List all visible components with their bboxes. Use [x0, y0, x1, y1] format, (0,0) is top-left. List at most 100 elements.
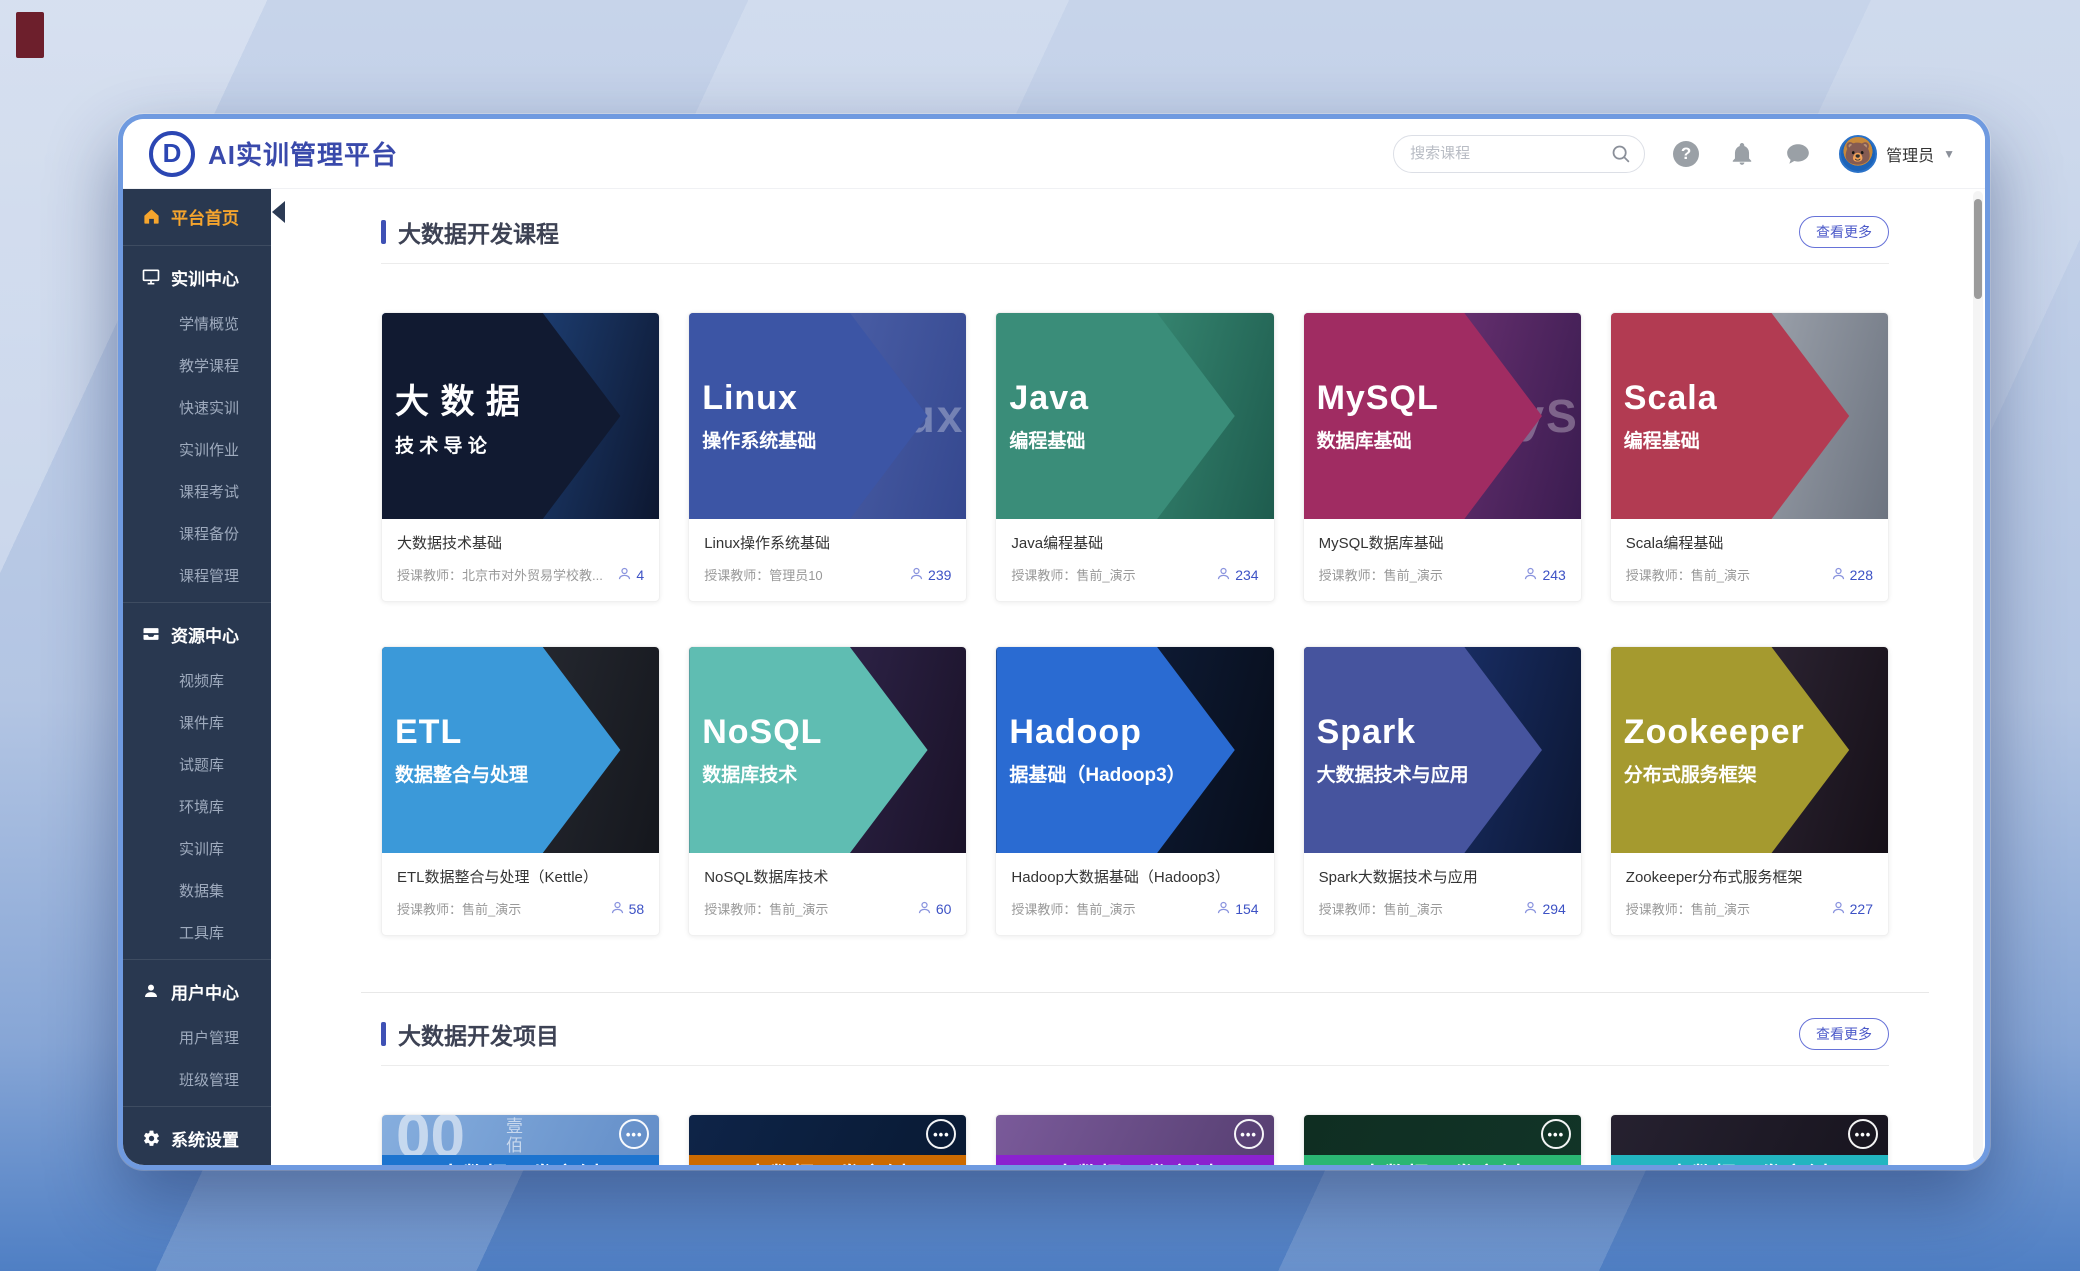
section-divider — [381, 1065, 1889, 1066]
course-card[interactable]: inuxLinux操作系统基础Linux操作系统基础授课教师：管理员10239 — [688, 312, 967, 602]
sidebar-subitem[interactable]: 实训库 — [123, 827, 271, 869]
project-cover: •••大数据开发案例 — [1611, 1115, 1888, 1165]
course-cover: NoSQL数据库技术 — [689, 647, 966, 853]
project-card[interactable]: ••• 大数据开发案例 — [995, 1114, 1274, 1165]
cover-title-line1: Java — [1009, 379, 1273, 418]
app-body: 平台首页实训中心学情概览教学课程快速实训实训作业课程考试课程备份课程管理资源中心… — [123, 189, 1985, 1165]
sidebar-divider — [123, 602, 271, 603]
cover-title-line2: 据基础（Hadoop3） — [1009, 760, 1273, 787]
sidebar-subitem[interactable]: 快速实训 — [123, 386, 271, 428]
sidebar-subitem[interactable]: 课程管理 — [123, 554, 271, 596]
view-more-button[interactable]: 查看更多 — [1799, 216, 1889, 248]
cover-banner: Spark大数据技术与应用 — [1304, 647, 1581, 853]
project-card[interactable]: 00壹佰•••大数据开发案例 — [381, 1114, 660, 1165]
course-cover: inuxLinux操作系统基础 — [689, 313, 966, 519]
project-cover: ••• 大数据开发案例 — [996, 1115, 1273, 1165]
cover-title-line2: 数据库技术 — [702, 760, 966, 787]
course-card[interactable]: Hadoop据基础（Hadoop3）Hadoop大数据基础（Hadoop3）授课… — [995, 646, 1274, 936]
course-cover: ETL数据整合与处理 — [382, 647, 659, 853]
course-card[interactable]: 大 数 据技 术 导 论大数据技术基础授课教师：北京市对外贸易学校教...4 — [381, 312, 660, 602]
projects-grid: 00壹佰•••大数据开发案例•••大数据开发案例•••大数据开发案例•••大数据… — [381, 1114, 1889, 1165]
course-teacher: 授课教师：售前_演示 — [1626, 565, 1831, 584]
sidebar-item-training-center[interactable]: 实训中心 — [123, 252, 271, 302]
sidebar-item-system-settings[interactable]: 系统设置 — [123, 1113, 271, 1163]
active-item-arrow — [272, 201, 285, 223]
gear-icon — [141, 1128, 161, 1148]
more-options-icon[interactable]: ••• — [926, 1119, 956, 1149]
section-accent-bar — [381, 1022, 386, 1046]
course-teacher: 授课教师：售前_演示 — [1319, 899, 1524, 918]
view-more-button[interactable]: 查看更多 — [1799, 1018, 1889, 1050]
avatar[interactable]: 🐻 — [1839, 135, 1877, 173]
course-title: Scala编程基础 — [1626, 532, 1873, 553]
bell-icon[interactable] — [1727, 139, 1757, 169]
page: 大数据开发课程查看更多大 数 据技 术 导 论大数据技术基础授课教师：北京市对外… — [271, 189, 1985, 1165]
person-icon — [909, 566, 924, 584]
sidebar-item-home[interactable]: 平台首页 — [123, 193, 271, 239]
sidebar-subitem[interactable]: 环境库 — [123, 785, 271, 827]
chat-icon[interactable] — [1783, 139, 1813, 169]
project-card[interactable]: •••大数据开发案例 — [1303, 1114, 1582, 1165]
course-cover: Zookeeper分布式服务框架 — [1611, 647, 1888, 853]
cover-title-line1: Spark — [1317, 713, 1581, 752]
cover-banner: ETL数据整合与处理 — [382, 647, 659, 853]
search-input[interactable] — [1393, 135, 1645, 173]
project-banner: 大数据开发案例 — [996, 1155, 1273, 1165]
course-info: Linux操作系统基础授课教师：管理员10239 — [689, 519, 966, 601]
sidebar-subitem[interactable]: 课程备份 — [123, 512, 271, 554]
sidebar-subitem[interactable]: 数据集 — [123, 869, 271, 911]
sidebar-subitem[interactable]: 视频库 — [123, 659, 271, 701]
more-options-icon[interactable]: ••• — [1234, 1119, 1264, 1149]
course-card[interactable]: MySMySQL数据库基础MySQL数据库基础授课教师：售前_演示243 — [1303, 312, 1582, 602]
sidebar-subitem[interactable]: 用户管理 — [123, 1016, 271, 1058]
course-card[interactable]: NoSQL数据库技术NoSQL数据库技术授课教师：售前_演示60 — [688, 646, 967, 936]
section-title: 大数据开发课程 — [398, 215, 1799, 249]
course-cover: MySMySQL数据库基础 — [1304, 313, 1581, 519]
sidebar-item-user-center[interactable]: 用户中心 — [123, 966, 271, 1016]
help-icon[interactable]: ? — [1671, 139, 1701, 169]
sidebar-subitem[interactable]: 实训作业 — [123, 428, 271, 470]
scrollbar[interactable] — [1973, 191, 1983, 1161]
sidebar-subitem[interactable]: 教学课程 — [123, 344, 271, 386]
student-count: 234 — [1216, 566, 1258, 584]
cover-title-line1: Hadoop — [1009, 713, 1273, 752]
course-card[interactable]: Scala编程基础Scala编程基础授课教师：售前_演示228 — [1610, 312, 1889, 602]
sidebar-subitem[interactable]: 试题库 — [123, 743, 271, 785]
project-cover: •••大数据开发案例 — [1304, 1115, 1581, 1165]
course-card[interactable]: Java编程基础Java编程基础授课教师：售前_演示234 — [995, 312, 1274, 602]
course-card[interactable]: Spark大数据技术与应用Spark大数据技术与应用授课教师：售前_演示294 — [1303, 646, 1582, 936]
user-menu[interactable]: 🐻 管理员 ▼ — [1839, 135, 1955, 173]
more-options-icon[interactable]: ••• — [1541, 1119, 1571, 1149]
project-card[interactable]: •••大数据开发案例 — [688, 1114, 967, 1165]
course-card[interactable]: ETL数据整合与处理ETL数据整合与处理（Kettle）授课教师：售前_演示58 — [381, 646, 660, 936]
course-info: Java编程基础授课教师：售前_演示234 — [996, 519, 1273, 601]
cover-title-line2: 编程基础 — [1624, 426, 1888, 453]
project-banner: 大数据开发案例 — [382, 1155, 659, 1165]
cover-banner: NoSQL数据库技术 — [689, 647, 966, 853]
section-header: 大数据开发课程查看更多 — [381, 215, 1889, 249]
cover-deco-text: 壹佰 — [500, 1117, 525, 1155]
more-options-icon[interactable]: ••• — [619, 1119, 649, 1149]
project-card[interactable]: •••大数据开发案例 — [1610, 1114, 1889, 1165]
course-cover: Java编程基础 — [996, 313, 1273, 519]
course-teacher: 授课教师：售前_演示 — [1011, 899, 1216, 918]
app-logo-icon: D — [149, 131, 195, 177]
course-title: Linux操作系统基础 — [704, 532, 951, 553]
sidebar-item-resource-center[interactable]: 资源中心 — [123, 609, 271, 659]
cover-banner: Hadoop 据基础（Hadoop3） — [996, 647, 1273, 853]
sidebar-subitem[interactable]: 工具库 — [123, 911, 271, 953]
student-count: 239 — [909, 566, 951, 584]
person-icon — [1831, 900, 1846, 918]
scrollbar-thumb[interactable] — [1974, 199, 1982, 299]
sidebar-subitem[interactable]: 课程考试 — [123, 470, 271, 512]
cover-title-line2: 分布式服务框架 — [1624, 760, 1888, 787]
project-cover: •••大数据开发案例 — [689, 1115, 966, 1165]
sidebar-subitem[interactable]: 学情概览 — [123, 302, 271, 344]
section-separator — [361, 992, 1929, 993]
search-icon[interactable] — [1610, 143, 1631, 169]
course-card[interactable]: Zookeeper分布式服务框架Zookeeper分布式服务框架授课教师：售前_… — [1610, 646, 1889, 936]
sidebar-subitem[interactable]: 课件库 — [123, 701, 271, 743]
sidebar-subitem[interactable]: 班级管理 — [123, 1058, 271, 1100]
more-options-icon[interactable]: ••• — [1848, 1119, 1878, 1149]
sidebar-divider — [123, 959, 271, 960]
